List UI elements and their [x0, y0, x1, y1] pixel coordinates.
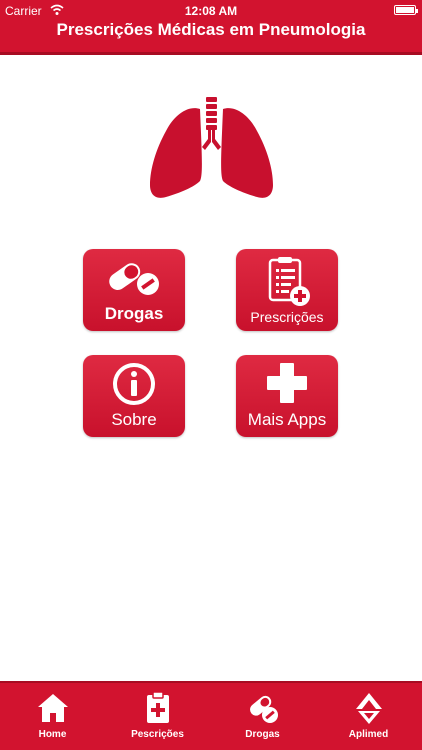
- status-bar: Carrier 12:08 AM: [0, 0, 422, 20]
- home-icon: [38, 694, 68, 722]
- battery-icon: [394, 5, 418, 15]
- tab-home[interactable]: Home: [0, 683, 105, 750]
- header-bar: Carrier 12:08 AM Prescrições Médicas em …: [0, 0, 422, 55]
- drugs-label: Drogas: [104, 304, 164, 323]
- more-apps-button[interactable]: Mais Apps: [236, 355, 338, 437]
- clock: 12:08 AM: [184, 4, 238, 18]
- aplimed-logo-icon: [356, 693, 382, 724]
- tab-home-label: Home: [38, 729, 67, 740]
- prescriptions-label: Prescrições: [250, 309, 324, 325]
- tab-prescriptions[interactable]: Pescrições: [105, 683, 210, 750]
- tab-drugs[interactable]: Drogas: [210, 683, 315, 750]
- page-title: Prescrições Médicas em Pneumologia: [56, 20, 366, 39]
- prescriptions-button[interactable]: Prescrições: [236, 249, 338, 331]
- tab-aplimed[interactable]: Aplimed: [316, 683, 421, 750]
- tab-prescriptions-label: Pescrições: [131, 729, 184, 740]
- clipboard-icon: [268, 257, 310, 306]
- info-icon: [113, 363, 155, 405]
- more-apps-label: Mais Apps: [247, 410, 327, 429]
- tab-drugs-label: Drogas: [245, 729, 280, 740]
- about-label: Sobre: [111, 410, 157, 429]
- pills-icon: [109, 263, 159, 295]
- plus-icon: [267, 363, 307, 403]
- pills-icon: [250, 695, 278, 723]
- about-button[interactable]: Sobre: [83, 355, 185, 437]
- drugs-button[interactable]: Drogas: [83, 249, 185, 331]
- lungs-logo-icon: [150, 97, 273, 198]
- tab-aplimed-label: Aplimed: [348, 729, 389, 740]
- medical-clipboard-icon: [147, 691, 169, 723]
- tab-bar: Home Pescrições Drogas Aplimed: [0, 681, 422, 750]
